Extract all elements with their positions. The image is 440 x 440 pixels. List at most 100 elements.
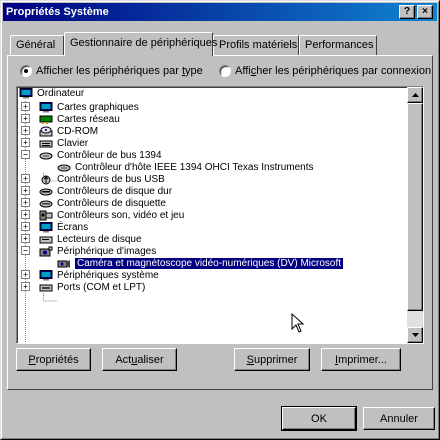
close-button[interactable]: × <box>417 5 433 19</box>
usb-icon <box>41 175 51 184</box>
tab-general[interactable]: Général <box>10 35 64 55</box>
help-button[interactable]: ? <box>399 5 415 19</box>
scroll-down-button[interactable] <box>407 327 423 343</box>
expand-icon[interactable]: + <box>21 126 30 135</box>
view-by-type-option[interactable]: Afficher les périphériques par type <box>20 63 203 79</box>
refresh-button[interactable]: Actualiser <box>102 348 177 371</box>
expand-icon[interactable]: + <box>21 198 30 207</box>
view-by-connection-label: Afficher les périphériques par connexion <box>235 65 432 77</box>
scroll-up-button[interactable] <box>407 87 423 103</box>
tree-category-item[interactable]: + Contrôleurs de disquette <box>21 197 166 209</box>
tree-item-label: Contrôleurs son, vidéo et jeu <box>57 209 185 221</box>
tree-item-label: Contrôleur d'hôte IEEE 1394 OHCI Texas I… <box>75 161 314 173</box>
collapse-icon[interactable]: − <box>21 246 30 255</box>
mouse-cursor-icon <box>291 313 305 333</box>
device-tree[interactable]: Ordinateur + Cartes graphiques + Cartes rés… <box>16 86 424 344</box>
scroll-thumb[interactable] <box>407 103 423 311</box>
tree-device-item[interactable]: Contrôleur d'hôte IEEE 1394 OHCI Texas I… <box>57 161 314 173</box>
expand-icon[interactable]: + <box>21 210 30 219</box>
tree-item-label: Cartes graphiques <box>57 101 139 113</box>
tree-item-label: Contrôleur de bus 1394 <box>57 149 162 161</box>
help-icon: ? <box>403 6 411 17</box>
expand-icon[interactable]: + <box>21 282 30 291</box>
remove-button[interactable]: Supprimer <box>234 348 310 371</box>
tree-item-label: Contrôleurs de disque dur <box>57 185 173 197</box>
tree-scrollbar[interactable] <box>407 87 423 343</box>
tab-performance[interactable]: Performances <box>299 35 377 55</box>
tree-category-item[interactable]: + Contrôleurs de bus USB <box>21 173 165 185</box>
camera-icon <box>57 259 70 268</box>
close-icon: × <box>422 6 428 17</box>
tree-category-item[interactable]: + Cartes graphiques <box>21 101 139 113</box>
display-adapter-icon <box>39 101 53 112</box>
tree-item-label: Écrans <box>57 221 89 233</box>
port-icon <box>39 284 53 291</box>
tree-category-item[interactable]: + CD-ROM <box>21 125 99 137</box>
expand-icon[interactable]: + <box>21 186 30 195</box>
tab-general-label: Général <box>16 39 56 51</box>
tree-item-label: Périphériques système <box>57 269 159 281</box>
bus-controller-icon <box>57 164 71 171</box>
tab-hardware-profiles[interactable]: Profils matériels <box>213 35 299 55</box>
tree-item-label: Lecteurs de disque <box>57 233 142 245</box>
window-title: Propriétés Système <box>6 6 109 18</box>
expand-icon[interactable]: + <box>21 222 30 231</box>
expand-icon[interactable]: + <box>21 114 30 123</box>
tree-item-label: Cartes réseau <box>57 113 120 125</box>
properties-button[interactable]: Propriétés <box>16 348 91 371</box>
sound-icon <box>39 210 53 220</box>
tree-device-item[interactable]: Caméra et magnétoscope vidéo-numériques … <box>57 256 344 270</box>
tree-category-item[interactable]: − Contrôleur de bus 1394 <box>21 149 162 161</box>
monitor-icon <box>39 221 53 232</box>
bus-controller-icon <box>39 152 53 159</box>
arrow-down-icon <box>411 333 419 337</box>
view-by-connection-radio[interactable] <box>219 65 231 77</box>
floppy-controller-icon <box>39 200 53 207</box>
tree-category-item[interactable]: + Contrôleurs son, vidéo et jeu <box>21 209 185 221</box>
tree-category-item[interactable]: + Périphériques système <box>21 269 159 281</box>
view-by-connection-option[interactable]: Afficher les périphériques par connexion <box>219 63 431 79</box>
hard-disk-controller-icon <box>39 188 53 195</box>
collapse-icon[interactable]: − <box>21 150 30 159</box>
cdrom-icon <box>39 126 53 136</box>
cancel-button[interactable]: Annuler <box>363 407 435 430</box>
imaging-device-icon <box>39 246 53 256</box>
expand-icon[interactable]: + <box>21 102 30 111</box>
tree-category-item[interactable]: + Ports (COM et LPT) <box>21 281 146 293</box>
title-bar[interactable]: Propriétés Système ? × <box>3 3 437 21</box>
system-properties-window: Propriétés Système ? × Général Gestionna… <box>0 0 440 440</box>
arrow-up-icon <box>411 93 419 97</box>
tree-item-label-selected: Caméra et magnétoscope vidéo-numériques … <box>74 256 344 270</box>
tree-category-item[interactable]: − Périphérique d'images <box>21 245 157 257</box>
tree-root-computer[interactable]: Ordinateur <box>19 87 84 99</box>
expand-icon[interactable]: + <box>21 138 30 147</box>
tab-device-manager-label: Gestionnaire de périphériques <box>70 37 218 49</box>
tree-item-label: Périphérique d'images <box>57 245 157 257</box>
network-card-icon <box>39 115 53 124</box>
expand-icon[interactable]: + <box>21 174 30 183</box>
tree-item-label: CD-ROM <box>57 125 99 137</box>
print-button[interactable]: Imprimer... <box>321 348 401 371</box>
tree-category-item[interactable]: + Contrôleurs de disque dur <box>21 185 173 197</box>
tab-performance-label: Performances <box>305 39 374 51</box>
tree-category-item[interactable]: + Clavier <box>21 137 89 149</box>
tree-item-label: Ports (COM et LPT) <box>57 281 146 293</box>
tree-item-label: Contrôleurs de disquette <box>57 197 166 209</box>
tree-category-item[interactable]: + Écrans <box>21 221 89 233</box>
ok-button[interactable]: OK <box>281 406 357 431</box>
tree-category-item[interactable]: + Cartes réseau <box>21 113 120 125</box>
view-by-type-label: Afficher les périphériques par type <box>36 65 203 77</box>
expand-icon[interactable]: + <box>21 270 30 279</box>
tree-item-label: Clavier <box>57 137 89 149</box>
disk-drive-icon <box>39 236 53 243</box>
tab-hardware-profiles-label: Profils matériels <box>219 39 298 51</box>
expand-icon[interactable]: + <box>21 234 30 243</box>
computer-icon <box>19 87 33 98</box>
keyboard-icon <box>39 140 53 147</box>
system-device-icon <box>39 269 53 280</box>
view-by-type-radio[interactable] <box>20 65 32 77</box>
tree-item-label: Contrôleurs de bus USB <box>57 173 165 185</box>
tab-device-manager[interactable]: Gestionnaire de périphériques <box>64 32 217 56</box>
radio-dot-icon <box>24 69 28 73</box>
tree-category-item[interactable]: + Lecteurs de disque <box>21 233 142 245</box>
